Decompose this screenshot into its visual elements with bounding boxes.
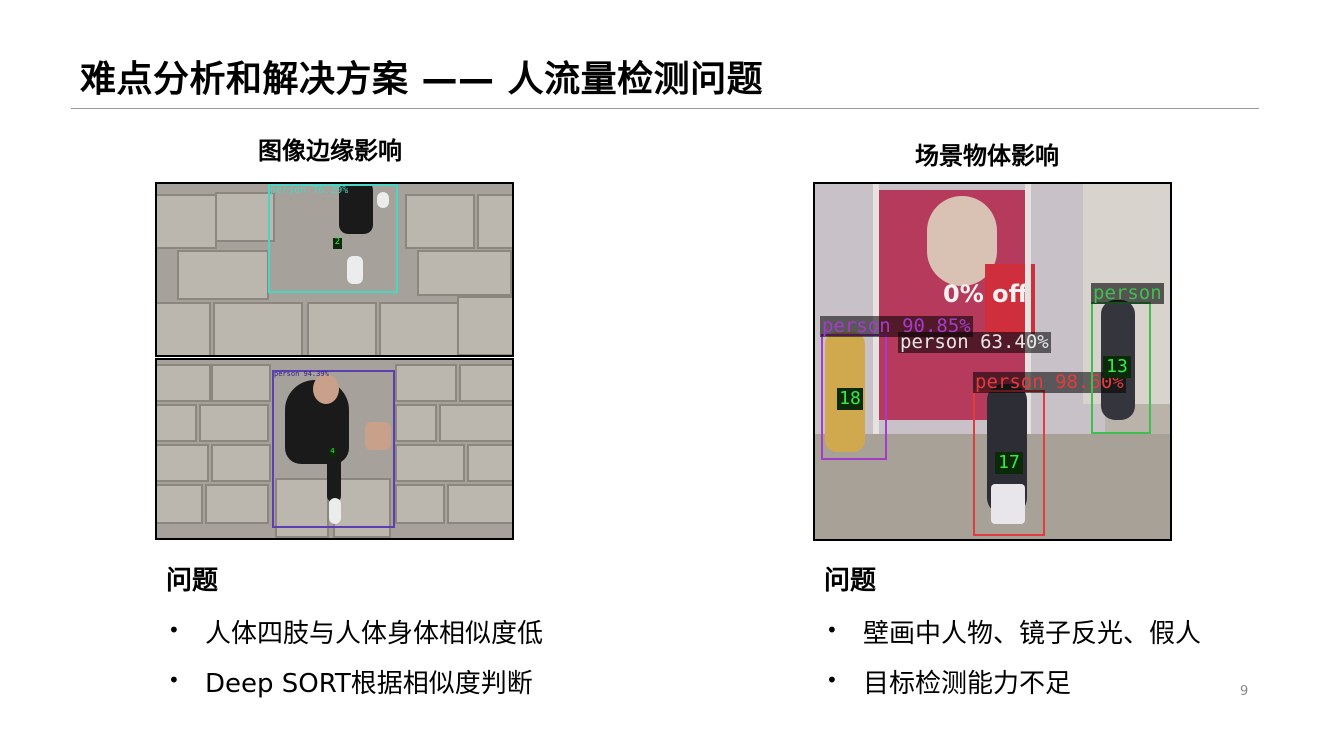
right-problem-heading: 问题: [824, 566, 877, 596]
bullet-marker: •: [168, 668, 180, 692]
paving-stone: [395, 484, 445, 524]
left-caption: 图像边缘影响: [258, 137, 402, 165]
paving-stone: [417, 250, 512, 296]
bullet-marker: •: [826, 618, 838, 642]
paving-stone: [157, 302, 211, 355]
paving-stone: [205, 484, 269, 524]
right-bullet-2: 目标检测能力不足: [863, 669, 1072, 699]
paving-stone: [447, 484, 512, 524]
paving-stone: [157, 404, 197, 442]
bullet-marker: •: [826, 668, 838, 692]
left-bullet-1: 人体四肢与人体身体相似度低: [205, 619, 544, 649]
paving-stone: [405, 194, 475, 249]
paving-stone: [457, 296, 512, 355]
paving-stone: [379, 302, 459, 355]
scene-image: 0% off person 90.85% 18 person 63.40% pe…: [813, 182, 1172, 541]
edge-image-bottom: person 94.39% 4: [155, 358, 514, 540]
paving-stone: [477, 194, 512, 249]
store-sign-text: 0% off: [943, 280, 1029, 308]
paving-stone: [177, 250, 269, 300]
paving-stone: [395, 444, 465, 482]
edge-image-top: person 76.29% 2: [155, 182, 514, 357]
paving-stone: [439, 404, 512, 442]
paving-stone: [395, 364, 457, 402]
bullet-marker: •: [168, 618, 180, 642]
right-bullet-1: 壁画中人物、镜子反光、假人: [863, 619, 1202, 649]
track-id-13: 13: [1103, 356, 1131, 378]
track-id-17: 17: [995, 452, 1023, 474]
track-id-top: 2: [333, 237, 342, 249]
bbox-label-13: person: [1091, 282, 1164, 304]
paving-stone: [213, 302, 303, 355]
paving-stone: [467, 444, 512, 482]
title-divider: [71, 108, 1259, 109]
left-problem-heading: 问题: [166, 566, 219, 596]
bbox-label-top: person 76.29%: [270, 185, 349, 196]
paving-stone: [215, 192, 275, 242]
bbox-label-63: person 63.40%: [898, 331, 1051, 353]
paving-stone: [211, 364, 271, 402]
paving-stone: [211, 444, 271, 482]
right-caption: 场景物体影响: [915, 142, 1059, 170]
paving-stone: [157, 364, 211, 402]
paving-stone: [199, 404, 269, 442]
left-bullet-2: Deep SORT根据相似度判断: [205, 669, 533, 699]
paving-stone: [307, 302, 377, 355]
bbox-label-bottom: person 94.39%: [274, 370, 329, 378]
paving-stone: [395, 404, 437, 442]
paving-stone: [157, 484, 203, 524]
track-id-bottom: 4: [329, 447, 336, 457]
track-id-18: 18: [837, 388, 863, 410]
slide-title: 难点分析和解决方案 —— 人流量检测问题: [80, 59, 764, 100]
paving-stone: [157, 444, 209, 482]
page-number: 9: [1240, 684, 1249, 699]
paving-stone: [157, 194, 217, 249]
paving-stone: [459, 364, 512, 402]
